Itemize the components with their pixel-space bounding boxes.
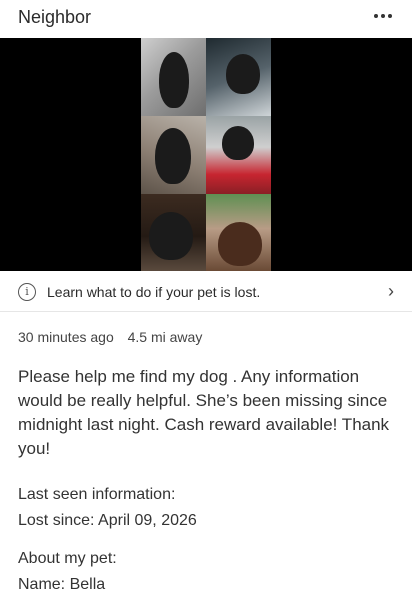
pet-photo-collage[interactable] bbox=[0, 38, 412, 271]
last-seen-label: Last seen information: bbox=[18, 486, 176, 503]
pet-photo[interactable] bbox=[141, 194, 206, 271]
last-seen-value: Lost since: April 09, 2026 bbox=[18, 512, 197, 529]
more-options-icon[interactable] bbox=[374, 7, 392, 25]
post-distance: 4.5 mi away bbox=[127, 329, 203, 345]
pet-photo[interactable] bbox=[206, 194, 271, 271]
photo-grid bbox=[141, 38, 271, 271]
pet-photo[interactable] bbox=[141, 116, 206, 194]
lost-pet-help-link[interactable]: i Learn what to do if your pet is lost. … bbox=[0, 271, 412, 312]
app-header: Neighbor bbox=[0, 0, 412, 38]
info-icon: i bbox=[18, 283, 36, 301]
lost-pet-help-text: Learn what to do if your pet is lost. bbox=[47, 284, 261, 300]
pet-photo[interactable] bbox=[206, 38, 271, 116]
post-time: 30 minutes ago bbox=[18, 329, 114, 345]
pet-photo[interactable] bbox=[141, 38, 206, 116]
pet-photo[interactable] bbox=[206, 116, 271, 194]
post-body: Please help me find my dog . Any informa… bbox=[18, 367, 390, 458]
about-pet-value: Name: Bella bbox=[18, 576, 106, 593]
about-pet-label: About my pet: bbox=[18, 550, 117, 567]
page-title: Neighbor bbox=[18, 7, 92, 27]
post-meta: 30 minutes ago 4.5 mi away bbox=[18, 329, 202, 345]
chevron-right-icon: › bbox=[388, 281, 394, 301]
